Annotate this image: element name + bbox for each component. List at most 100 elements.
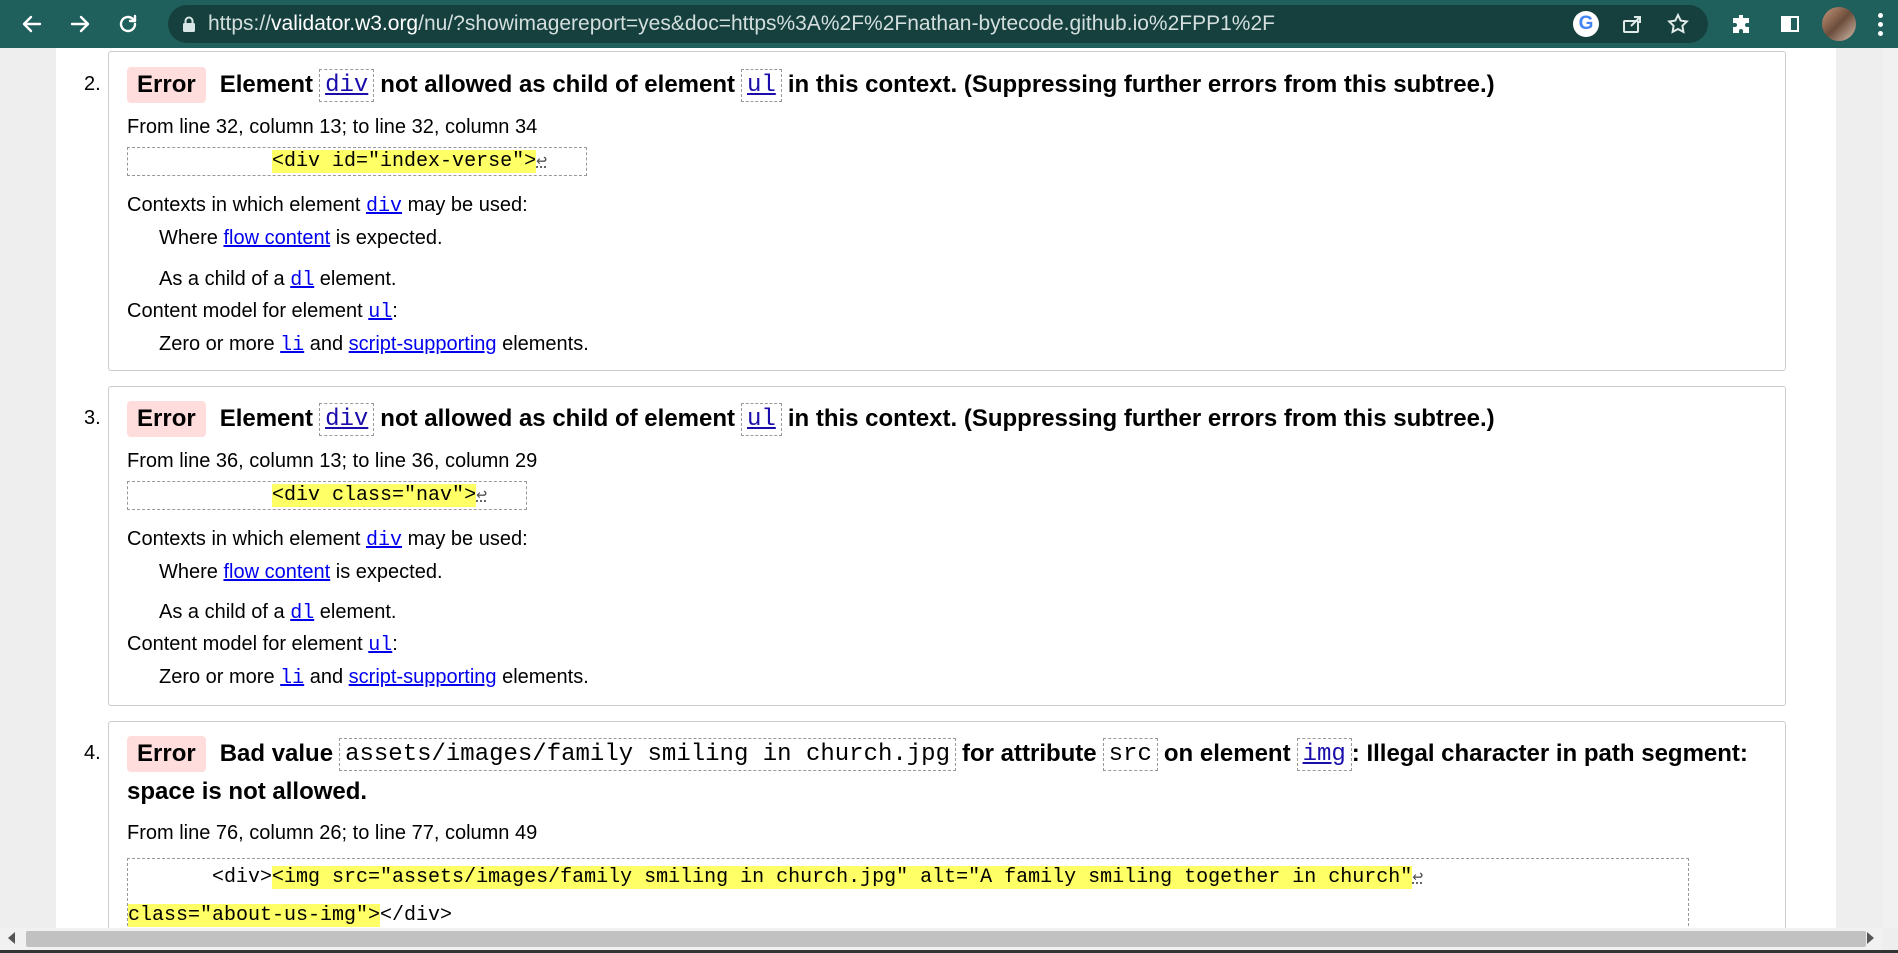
context-item: Where flow content is expected. (159, 227, 443, 250)
location-text: From line 76, column 26; to line 77, col… (127, 822, 538, 844)
side-panel-icon[interactable] (1774, 8, 1806, 40)
back-arrow-icon[interactable] (16, 8, 48, 40)
title-text: in this context. (Suppressing further er… (787, 71, 1495, 98)
label: As a child of a (159, 601, 285, 623)
label: may be used: (407, 194, 528, 216)
message-number: 2. (84, 73, 101, 95)
extract-pre: <div> (128, 866, 273, 889)
context-item: As a child of a dl element. (159, 601, 396, 625)
label: Content model for element (127, 300, 363, 322)
label: Where (159, 227, 218, 249)
content-model-heading: Content model for element ul: (127, 300, 398, 324)
ul-spec-link[interactable]: ul (368, 301, 392, 324)
ul-link[interactable]: ul (747, 406, 776, 433)
flow-content-link[interactable]: flow content (223, 561, 330, 583)
label: is expected. (335, 227, 443, 249)
message-number: 3. (84, 407, 101, 429)
profile-avatar[interactable] (1822, 7, 1856, 41)
browser-menu-icon[interactable] (1868, 8, 1892, 40)
return-icon: ↩ (536, 152, 547, 172)
error-message-3: Error Element div not allowed as child o… (108, 386, 1786, 706)
google-icon[interactable]: G (1572, 10, 1600, 38)
title-text: Element (219, 71, 314, 98)
extract-indent (128, 150, 272, 173)
extensions-puzzle-icon[interactable] (1726, 8, 1758, 40)
label: Zero or more (159, 333, 275, 355)
url-path: /nu/?showimagereport=yes&doc=https%3A%2F… (418, 12, 1275, 35)
div-spec-link[interactable]: div (366, 529, 402, 552)
img-link[interactable]: img (1303, 741, 1346, 768)
label: element. (319, 601, 397, 623)
url-scheme: https:// (208, 12, 272, 35)
error-message-2: Error Element div not allowed as child o… (108, 51, 1786, 371)
label: elements. (502, 333, 589, 355)
title-text: : Illegal character in path segment: (1351, 740, 1748, 767)
title-text: Bad value (219, 740, 334, 767)
content-model-item: Zero or more li and script-supporting el… (159, 333, 589, 357)
div-link[interactable]: div (325, 406, 368, 433)
url-domain: validator.w3.org (271, 12, 419, 35)
div-link[interactable]: div (325, 72, 368, 99)
extract-highlight: <img src="assets/images/family smiling i… (272, 866, 1413, 889)
message-title: Error Bad value assets/images/family smi… (127, 736, 1748, 772)
scroll-left-arrow-icon[interactable] (8, 932, 15, 944)
element-code-div: div (319, 402, 375, 436)
location-text: From line 32, column 13; to line 32, col… (127, 116, 538, 138)
label: and (309, 333, 344, 355)
li-link[interactable]: li (280, 667, 304, 690)
label: : (392, 300, 398, 322)
element-code-ul: ul (741, 402, 782, 436)
code-extract: <div><img src="assets/images/family smil… (127, 858, 1689, 928)
error-badge: Error (127, 401, 206, 437)
message-number: 4. (84, 742, 101, 764)
address-bar[interactable]: https://validator.w3.org/nu/?showimagere… (168, 5, 1708, 43)
label: : (392, 633, 398, 655)
flow-content-link[interactable]: flow content (223, 227, 330, 249)
dl-link[interactable]: dl (290, 602, 314, 625)
context-item: Where flow content is expected. (159, 561, 443, 584)
scrollbar-thumb[interactable] (26, 931, 1866, 947)
ul-link[interactable]: ul (747, 72, 776, 99)
vertical-scrollbar[interactable] (1882, 48, 1898, 928)
ul-spec-link[interactable]: ul (368, 634, 392, 657)
extract-highlight: <div id="index-verse"> (272, 150, 537, 173)
label: and (309, 666, 344, 688)
div-spec-link[interactable]: div (366, 195, 402, 218)
reload-icon[interactable] (112, 8, 144, 40)
attribute-value-code: assets/images/family smiling in church.j… (339, 737, 956, 771)
content-model-heading: Content model for element ul: (127, 633, 398, 657)
code-extract: <div id="index-verse">↩ (127, 147, 587, 176)
scroll-right-arrow-icon[interactable] (1867, 932, 1874, 944)
contexts-heading: Contexts in which element div may be use… (127, 528, 528, 552)
li-link[interactable]: li (280, 334, 304, 357)
forward-arrow-icon[interactable] (64, 8, 96, 40)
script-supporting-link[interactable]: script-supporting (349, 666, 497, 688)
title-text: not allowed as child of element (380, 71, 736, 98)
error-badge: Error (127, 67, 206, 103)
contexts-heading: Contexts in which element div may be use… (127, 194, 528, 218)
lock-icon[interactable] (180, 15, 198, 33)
extract-indent (128, 484, 272, 507)
attribute-name-code: src (1102, 737, 1158, 771)
context-item: As a child of a dl element. (159, 268, 396, 292)
label: is expected. (335, 561, 443, 583)
error-badge: Error (127, 736, 206, 772)
element-code-ul: ul (741, 68, 782, 102)
dl-link[interactable]: dl (290, 269, 314, 292)
page-viewport: 2. Error Element div not allowed as chil… (0, 48, 1882, 928)
message-title-continued: space is not allowed. (127, 778, 368, 805)
script-supporting-link[interactable]: script-supporting (349, 333, 497, 355)
code-extract: <div class="nav">↩ (127, 481, 527, 510)
message-title: Error Element div not allowed as child o… (127, 401, 1495, 437)
label: Contexts in which element (127, 528, 361, 550)
title-text: not allowed as child of element (380, 405, 736, 432)
title-text: Element (219, 405, 314, 432)
share-icon[interactable] (1618, 10, 1646, 38)
title-text: in this context. (Suppressing further er… (787, 405, 1495, 432)
label: element. (319, 268, 397, 290)
bookmark-star-icon[interactable] (1664, 10, 1692, 38)
label: may be used: (407, 528, 528, 550)
horizontal-scrollbar[interactable] (0, 928, 1882, 950)
extract-highlight: <div class="nav"> (272, 484, 477, 507)
url-text[interactable]: https://validator.w3.org/nu/?showimagere… (208, 12, 1275, 36)
